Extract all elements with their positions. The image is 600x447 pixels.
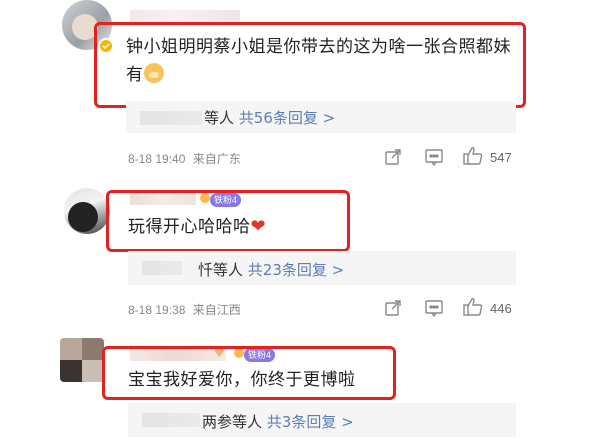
comment-location: 来自广东 [192,152,241,166]
dog-emoji-icon [143,63,164,83]
reply-avatars-blurred [140,111,202,125]
comment-time: 8-18 19:40 [128,152,186,166]
username-blurred[interactable] [130,10,240,22]
view-replies-link[interactable]: 共23条回复 > [248,261,344,279]
view-replies-link[interactable]: 共56条回复 > [239,109,335,127]
comment-location: 来自江西 [192,303,241,317]
reply-panel[interactable]: 两参等人 共3条回复 > [128,403,516,437]
comment-text: 玩得开心哈哈哈❤ [128,216,267,237]
user-avatar[interactable] [64,188,110,234]
comment-time: 8-18 19:38 [128,303,186,317]
view-replies-link[interactable]: 共3条回复 > [267,413,354,431]
like-count: 446 [490,301,512,316]
share-icon[interactable] [384,299,402,321]
thumbs-up-icon[interactable] [462,297,484,321]
like-count: 547 [490,150,512,165]
comment-text: 钟小姐明明蔡小姐是你带去的这为啥一张合照都妹有 [126,37,511,85]
reply-summary: 忏等人 共23条回复 > [198,261,345,279]
comment-meta: 8-18 19:38 来自江西 [128,301,241,318]
comment-text: 宝宝我好爱你，你终于更博啦 [128,370,356,390]
share-icon[interactable] [384,148,402,170]
reply-summary: 等人 共56条回复 > [204,109,336,127]
user-avatar[interactable] [60,338,104,382]
reply-avatars-blurred [142,413,200,427]
thumbs-up-icon[interactable] [462,146,484,170]
heart-emoji-icon: ❤ [250,216,267,237]
reply-summary: 两参等人 共3条回复 > [202,413,354,431]
comment-meta: 8-18 19:40 来自广东 [128,150,241,167]
comment-icon[interactable] [424,299,444,321]
reply-panel[interactable]: 等人 共56条回复 > [126,101,516,133]
reply-avatars-blurred [142,261,182,275]
reply-panel[interactable]: 忏等人 共23条回复 > [128,251,516,285]
comment-icon[interactable] [424,148,444,170]
